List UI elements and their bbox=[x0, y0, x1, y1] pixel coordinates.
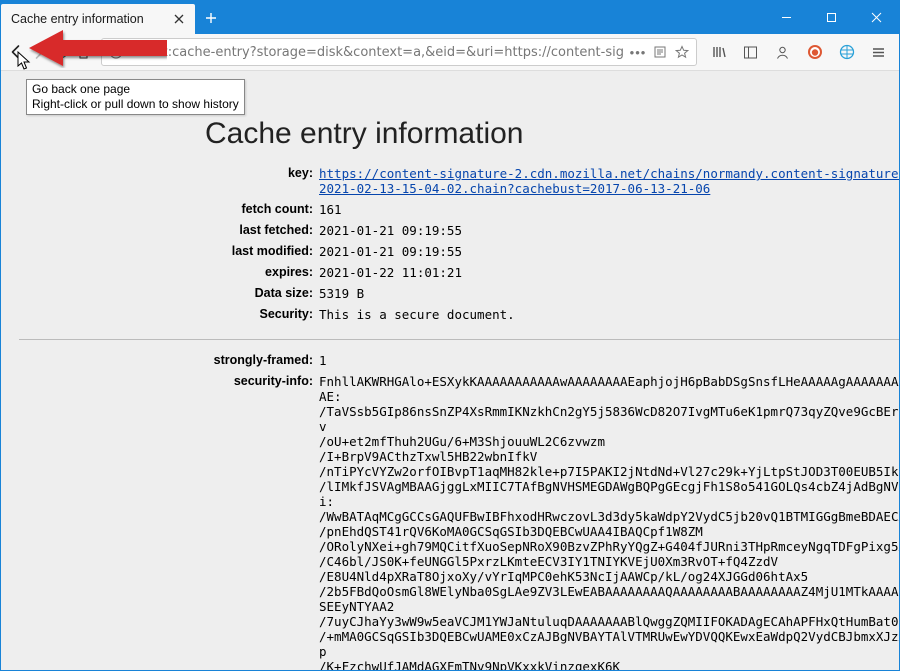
row-value: This is a secure document. bbox=[319, 304, 899, 325]
url-text: about:cache-entry?storage=disk&context=a… bbox=[130, 45, 624, 60]
maximize-button[interactable] bbox=[809, 1, 854, 34]
more-icon[interactable]: ••• bbox=[630, 44, 646, 60]
table-row: strongly-framed:1 bbox=[19, 350, 899, 371]
section-divider bbox=[19, 339, 899, 340]
info-table-2: strongly-framed:1security-info:FnhllAKWR… bbox=[19, 350, 899, 670]
table-row: security-info:FnhllAKWRHGAlo+ESXykKAAAAA… bbox=[19, 371, 899, 670]
account-icon[interactable] bbox=[769, 38, 797, 66]
container-icon[interactable] bbox=[833, 38, 861, 66]
minimize-button[interactable] bbox=[764, 1, 809, 34]
row-value: FnhllAKWRHGAlo+ESXykKAAAAAAAAAAAwAAAAAAA… bbox=[319, 371, 899, 670]
page-content: Cache entry information key:https://cont… bbox=[1, 71, 899, 670]
row-value: 1 bbox=[319, 350, 899, 371]
table-row: last fetched:2021-01-21 09:19:55 bbox=[19, 220, 899, 241]
key-link[interactable]: https://content-signature-2.cdn.mozilla.… bbox=[319, 166, 899, 196]
reload-button[interactable] bbox=[52, 38, 71, 66]
page-title: Cache entry information bbox=[205, 117, 899, 151]
back-button[interactable] bbox=[7, 38, 26, 66]
url-bar[interactable]: about:cache-entry?storage=disk&context=a… bbox=[101, 38, 697, 66]
row-value: 161 bbox=[319, 199, 899, 220]
row-label: Security: bbox=[19, 304, 319, 325]
toolbar: about:cache-entry?storage=disk&context=a… bbox=[1, 34, 899, 71]
row-value: 2021-01-22 11:01:21 bbox=[319, 262, 899, 283]
tooltip-line2: Right-click or pull down to show history bbox=[32, 97, 239, 112]
page-viewport[interactable]: Cache entry information key:https://cont… bbox=[1, 71, 899, 670]
bookmark-icon[interactable] bbox=[674, 44, 690, 60]
tab-title: Cache entry information bbox=[11, 12, 171, 26]
row-value: https://content-signature-2.cdn.mozilla.… bbox=[319, 163, 899, 199]
table-row: key:https://content-signature-2.cdn.mozi… bbox=[19, 163, 899, 199]
table-row: Data size:5319 B bbox=[19, 283, 899, 304]
row-label: expires: bbox=[19, 262, 319, 283]
table-row: Security:This is a secure document. bbox=[19, 304, 899, 325]
info-table: key:https://content-signature-2.cdn.mozi… bbox=[19, 163, 899, 325]
row-label: Data size: bbox=[19, 283, 319, 304]
table-row: last modified:2021-01-21 09:19:55 bbox=[19, 241, 899, 262]
close-icon[interactable] bbox=[171, 11, 187, 27]
row-label: last modified: bbox=[19, 241, 319, 262]
forward-button[interactable] bbox=[30, 38, 49, 66]
duckduckgo-icon[interactable] bbox=[801, 38, 829, 66]
new-tab-button[interactable] bbox=[195, 1, 227, 34]
back-tooltip: Go back one page Right-click or pull dow… bbox=[26, 79, 245, 115]
menu-icon[interactable] bbox=[865, 38, 893, 66]
row-value: 2021-01-21 09:19:55 bbox=[319, 220, 899, 241]
toolbar-right bbox=[705, 38, 893, 66]
browser-tab[interactable]: Cache entry information bbox=[1, 4, 195, 34]
tooltip-line1: Go back one page bbox=[32, 82, 239, 97]
row-label: last fetched: bbox=[19, 220, 319, 241]
row-label: fetch count: bbox=[19, 199, 319, 220]
table-row: expires:2021-01-22 11:01:21 bbox=[19, 262, 899, 283]
sidebar-icon[interactable] bbox=[737, 38, 765, 66]
info-icon[interactable] bbox=[108, 44, 124, 60]
row-value: 5319 B bbox=[319, 283, 899, 304]
row-value: 2021-01-21 09:19:55 bbox=[319, 241, 899, 262]
library-icon[interactable] bbox=[705, 38, 733, 66]
table-row: fetch count:161 bbox=[19, 199, 899, 220]
row-label: strongly-framed: bbox=[19, 350, 319, 371]
row-label: security-info: bbox=[19, 371, 319, 670]
close-window-button[interactable] bbox=[854, 1, 899, 34]
row-label: key: bbox=[19, 163, 319, 199]
reader-icon[interactable] bbox=[652, 44, 668, 60]
window-controls bbox=[764, 1, 899, 34]
home-button[interactable] bbox=[75, 38, 94, 66]
titlebar: Cache entry information bbox=[1, 1, 899, 34]
